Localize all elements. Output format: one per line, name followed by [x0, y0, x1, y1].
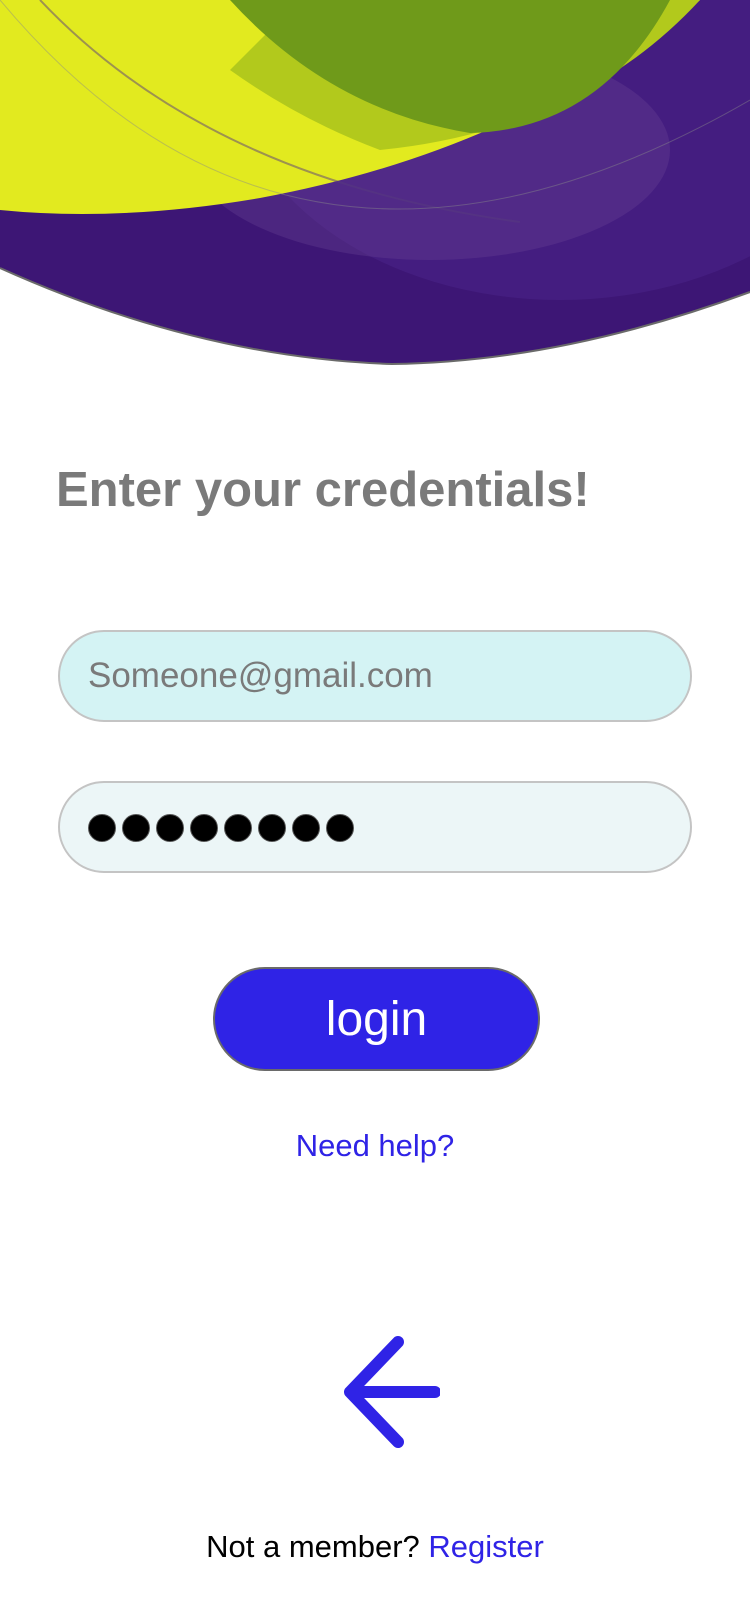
register-link[interactable]: Register	[428, 1529, 543, 1564]
password-mask	[88, 814, 360, 842]
password-mask-dot	[326, 814, 354, 842]
login-button[interactable]: login	[213, 967, 540, 1071]
password-mask-dot	[122, 814, 150, 842]
password-mask-dot	[258, 814, 286, 842]
arrow-left-icon[interactable]	[340, 1336, 440, 1452]
header-decoration	[0, 0, 750, 366]
register-prompt: Not a member? Register	[0, 1529, 750, 1565]
email-input[interactable]	[88, 632, 668, 720]
page-title: Enter your credentials!	[56, 463, 590, 517]
password-mask-dot	[190, 814, 218, 842]
password-mask-dot	[156, 814, 184, 842]
email-field[interactable]	[58, 630, 692, 722]
password-field[interactable]	[58, 781, 692, 873]
password-mask-dot	[88, 814, 116, 842]
password-mask-dot	[224, 814, 252, 842]
register-prompt-text: Not a member?	[206, 1529, 420, 1564]
password-mask-dot	[292, 814, 320, 842]
need-help-link[interactable]: Need help?	[0, 1128, 750, 1164]
